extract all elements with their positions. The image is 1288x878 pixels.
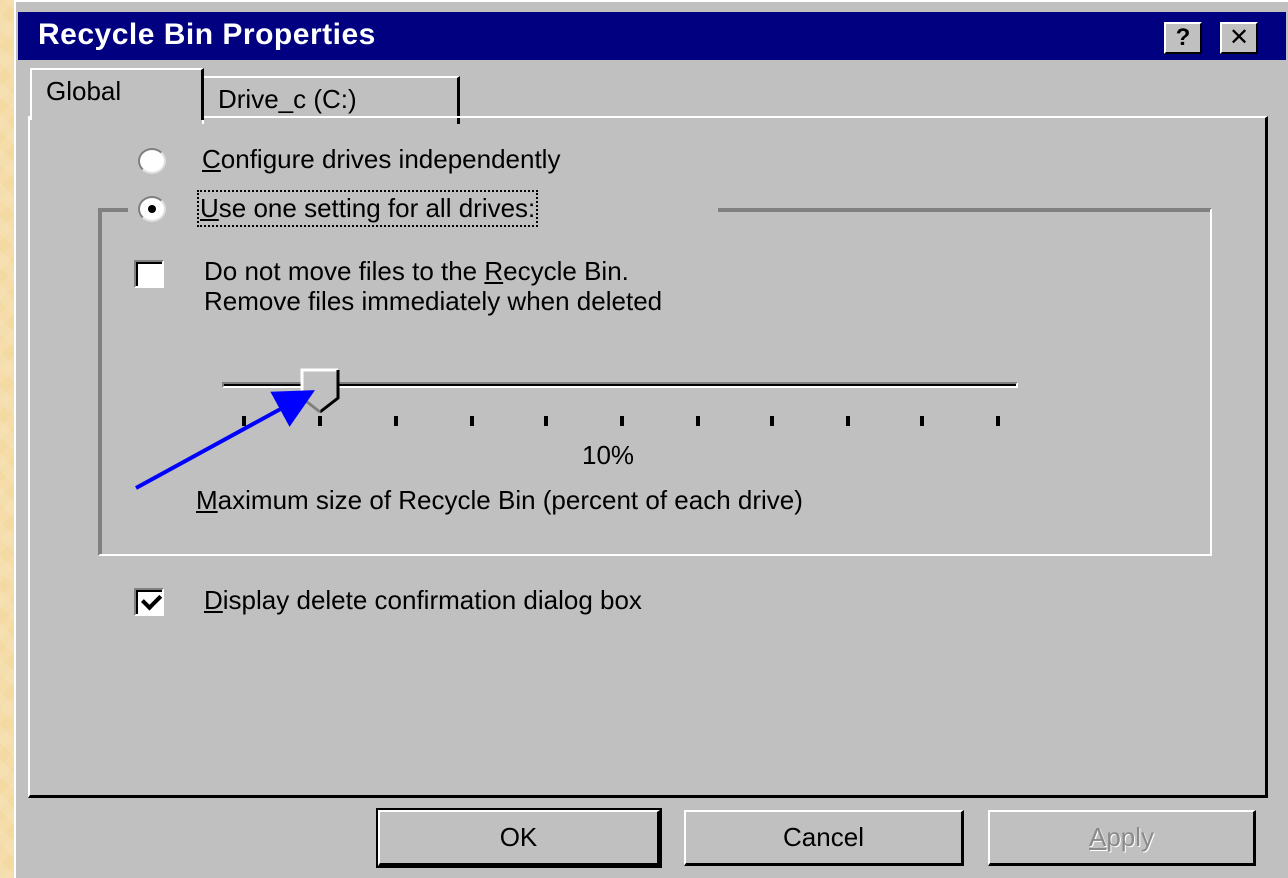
slider-tick	[470, 416, 474, 426]
do-not-move-mnemonic: R	[484, 256, 504, 286]
window-title: Recycle Bin Properties	[38, 18, 376, 51]
tab-drive-c-label: Drive_c (C:)	[218, 84, 357, 114]
use-one-mnemonic: U	[200, 193, 219, 223]
slider-thumb[interactable]	[300, 368, 340, 414]
slider-caption: Maximum size of Recycle Bin (percent of …	[196, 485, 803, 516]
configure-independently-radio[interactable]	[138, 148, 166, 174]
recycle-size-slider-track[interactable]	[222, 382, 1018, 388]
slider-tick	[920, 416, 924, 426]
close-button[interactable]: ✕	[1220, 22, 1258, 54]
delete-confirmation-label[interactable]: Display delete confirmation dialog box	[204, 585, 642, 616]
checkmark-icon	[141, 589, 163, 611]
use-one-setting-radio[interactable]	[138, 196, 166, 222]
do-not-move-label-line1[interactable]: Do not move files to the Recycle Bin.	[204, 256, 629, 287]
slider-tick	[620, 416, 624, 426]
delete-confirmation-mnemonic: D	[204, 585, 223, 615]
apply-button[interactable]: Apply	[988, 810, 1256, 866]
do-not-move-label-line2: Remove files immediately when deleted	[204, 286, 663, 316]
use-one-setting-label[interactable]: Use one setting for all drives:	[196, 190, 539, 227]
help-button[interactable]: ?	[1164, 22, 1202, 54]
slider-caption-text: aximum size of Recycle Bin (percent of e…	[217, 485, 803, 515]
slider-tick	[846, 416, 850, 426]
slider-caption-mnemonic: M	[196, 485, 218, 515]
configure-mnemonic: C	[202, 144, 221, 174]
slider-tick	[770, 416, 774, 426]
close-icon: ✕	[1228, 24, 1250, 51]
configure-independently-label[interactable]: Configure drives independently	[202, 144, 560, 175]
help-icon: ?	[1175, 24, 1191, 51]
tab-global[interactable]: Global	[30, 68, 204, 120]
cancel-button[interactable]: Cancel	[684, 810, 964, 866]
title-bar[interactable]: Recycle Bin Properties ? ✕	[18, 12, 1286, 60]
delete-confirmation-checkbox[interactable]	[134, 588, 164, 616]
slider-tick	[394, 416, 398, 426]
slider-value-label: 10%	[582, 440, 635, 470]
do-not-move-pre: Do not move files to the	[204, 256, 485, 286]
slider-tick	[318, 416, 322, 426]
delete-confirmation-text: isplay delete confirmation dialog box	[222, 585, 642, 615]
do-not-move-checkbox[interactable]	[134, 260, 164, 288]
slider-tick	[544, 416, 548, 426]
apply-mnemonic: A	[1088, 822, 1107, 852]
slider-tick	[996, 416, 1000, 426]
slider-tick	[696, 416, 700, 426]
ok-button[interactable]: OK	[376, 808, 662, 868]
use-one-label-text: se one setting for all drives:	[218, 193, 536, 223]
tab-global-label: Global	[46, 76, 122, 106]
configure-label-text: onfigure drives independently	[220, 144, 561, 174]
do-not-move-post: ecycle Bin.	[503, 256, 629, 286]
radio-selected-dot	[148, 205, 156, 213]
apply-label-text: pply	[1106, 822, 1155, 852]
slider-tick	[242, 416, 246, 426]
